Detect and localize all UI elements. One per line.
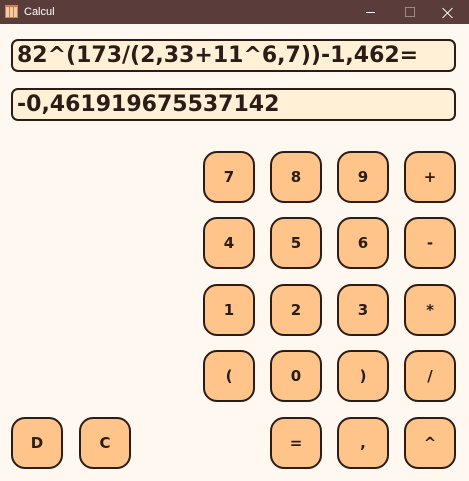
- result-display[interactable]: -0,461919675537142: [11, 88, 456, 121]
- maximize-button[interactable]: [390, 0, 430, 24]
- calculator-grid-icon: [5, 5, 18, 18]
- maximize-icon: [405, 7, 415, 17]
- key-2[interactable]: 2: [270, 284, 322, 336]
- key-divide[interactable]: /: [404, 350, 456, 402]
- minimize-icon: [365, 11, 375, 13]
- key-plus[interactable]: +: [404, 151, 456, 203]
- key-power[interactable]: ^: [404, 417, 456, 469]
- window-title: Calcul: [24, 6, 55, 18]
- equals-button[interactable]: =: [270, 417, 322, 469]
- key-comma[interactable]: ,: [337, 417, 389, 469]
- key-4[interactable]: 4: [203, 217, 255, 269]
- minimize-button[interactable]: [350, 0, 390, 24]
- key-1[interactable]: 1: [203, 284, 255, 336]
- close-icon: [442, 7, 453, 18]
- key-close-paren[interactable]: ): [337, 350, 389, 402]
- delete-button[interactable]: D: [11, 417, 63, 469]
- key-minus[interactable]: -: [404, 217, 456, 269]
- key-multiply[interactable]: *: [404, 284, 456, 336]
- key-5[interactable]: 5: [270, 217, 322, 269]
- expression-display[interactable]: 82^(173/(2,33+11^6,7))-1,462=: [11, 39, 456, 72]
- key-3[interactable]: 3: [337, 284, 389, 336]
- key-0[interactable]: 0: [270, 350, 322, 402]
- key-open-paren[interactable]: (: [203, 350, 255, 402]
- key-9[interactable]: 9: [337, 151, 389, 203]
- key-7[interactable]: 7: [203, 151, 255, 203]
- close-button[interactable]: [427, 0, 467, 24]
- clear-button[interactable]: C: [79, 417, 131, 469]
- key-8[interactable]: 8: [270, 151, 322, 203]
- title-bar[interactable]: Calcul: [0, 0, 469, 24]
- key-6[interactable]: 6: [337, 217, 389, 269]
